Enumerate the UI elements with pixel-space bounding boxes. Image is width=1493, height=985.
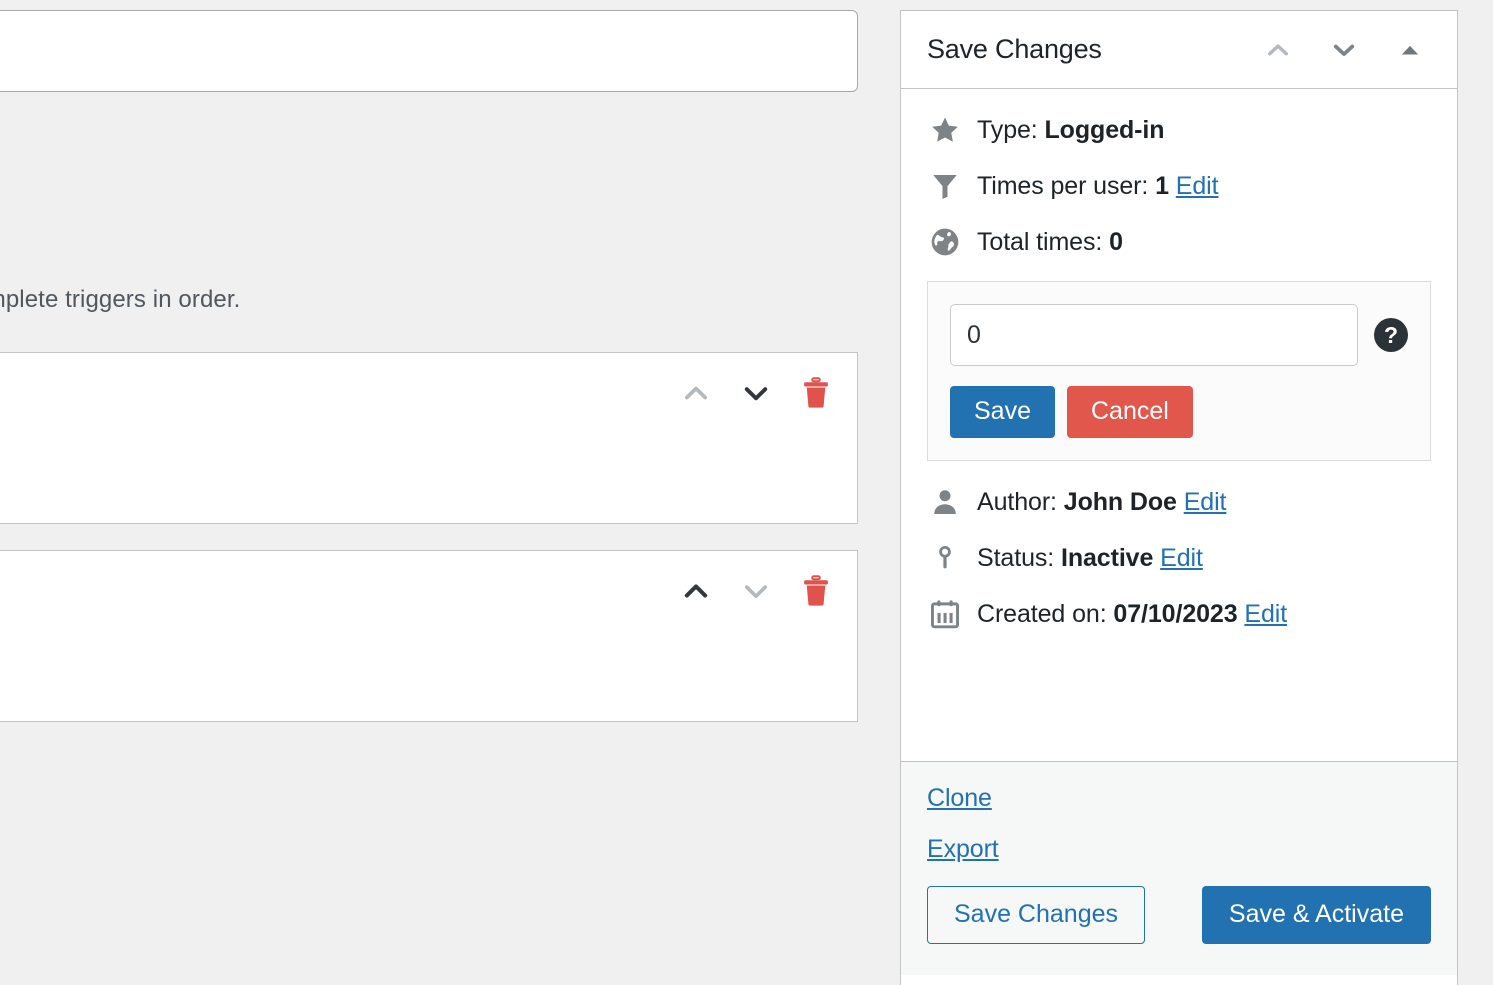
trigger-card-2-actions [679, 573, 833, 609]
inline-edit-buttons: Save Cancel [950, 386, 1408, 438]
save-changes-button[interactable]: Save Changes [927, 886, 1146, 944]
meta-label-type: Type: [977, 116, 1038, 144]
funnel-icon [927, 169, 963, 203]
top-input-box[interactable] [0, 10, 858, 92]
export-link[interactable]: Export [927, 835, 999, 864]
panel-header-actions [1261, 33, 1435, 67]
panel-title: Save Changes [927, 34, 1102, 64]
meta-value-total-times: 0 [1109, 228, 1123, 256]
meta-text-created-on: Created on: 07/10/2023 Edit [977, 599, 1287, 629]
meta-value-type: Logged-in [1044, 116, 1165, 144]
meta-label-total-times: Total times: [977, 228, 1103, 256]
meta-label-author: Author: [977, 487, 1057, 516]
meta-text-author: Author: John Doe Edit [977, 487, 1227, 517]
panel-footer: Clone Export Save Changes Save & Activat… [901, 761, 1457, 975]
chevron-down-icon[interactable] [739, 574, 773, 608]
meta-row-times-per-user: Times per user: 1 Edit [927, 169, 1431, 203]
trigger-card-1-actions [679, 375, 833, 411]
meta-row-status: Status: Inactive Edit [927, 541, 1431, 575]
meta-value-times-per-user: 1 [1155, 172, 1169, 200]
edit-link-created-on[interactable]: Edit [1244, 600, 1287, 628]
save-and-activate-button[interactable]: Save & Activate [1201, 886, 1431, 944]
user-icon [927, 485, 963, 519]
chevron-up-icon[interactable] [679, 574, 713, 608]
left-content-column: o complete triggers in order. [0, 0, 880, 975]
triangle-up-icon[interactable] [1393, 33, 1427, 67]
meta-text-status: Status: Inactive Edit [977, 543, 1203, 573]
chevron-up-icon[interactable] [679, 376, 713, 410]
clone-link[interactable]: Clone [927, 784, 992, 813]
star-icon [927, 113, 963, 147]
meta-value-created-on: 07/10/2023 [1113, 599, 1238, 628]
triggers-order-note: o complete triggers in order. [0, 286, 241, 313]
globe-icon [927, 225, 963, 259]
chevron-down-icon[interactable] [739, 376, 773, 410]
meta-text-type: Type: Logged-in [977, 115, 1165, 145]
calendar-icon [927, 597, 963, 631]
meta-value-status: Inactive [1060, 543, 1154, 572]
chevron-up-icon[interactable] [1261, 33, 1295, 67]
panel-header: Save Changes [901, 11, 1457, 89]
times-per-user-input[interactable] [950, 304, 1358, 366]
edit-link-status[interactable]: Edit [1160, 544, 1203, 572]
meta-row-type: Type: Logged-in [927, 113, 1431, 147]
meta-value-author: John Doe [1063, 487, 1177, 516]
key-icon [927, 541, 963, 575]
meta-text-times-per-user: Times per user: 1 Edit [977, 171, 1219, 201]
question-mark-icon[interactable]: ? [1374, 318, 1408, 352]
trigger-card-1 [0, 352, 858, 524]
panel-body: Type: Logged-in Times per user: 1 Edit T… [901, 89, 1457, 761]
inline-edit-input-row: ? [950, 304, 1408, 366]
meta-label-times-per-user: Times per user: [977, 172, 1149, 200]
save-button[interactable]: Save [950, 386, 1055, 438]
edit-link-times-per-user[interactable]: Edit [1176, 172, 1219, 200]
cancel-button[interactable]: Cancel [1066, 386, 1193, 438]
edit-link-author[interactable]: Edit [1184, 488, 1227, 516]
meta-row-total-times: Total times: 0 [927, 225, 1431, 259]
trash-icon[interactable] [799, 573, 833, 609]
meta-row-created-on: Created on: 07/10/2023 Edit [927, 597, 1431, 631]
meta-label-created-on: Created on: [977, 599, 1107, 628]
save-changes-panel: Save Changes Type: Logged-in Times per u… [900, 10, 1458, 985]
chevron-down-icon[interactable] [1327, 33, 1361, 67]
trigger-card-2: e(s) [0, 550, 858, 722]
meta-row-author: Author: John Doe Edit [927, 485, 1431, 519]
meta-text-total-times: Total times: 0 [977, 227, 1123, 257]
inline-edit-form: ? Save Cancel [927, 281, 1431, 461]
meta-label-status: Status: [977, 543, 1055, 572]
trash-icon[interactable] [799, 375, 833, 411]
footer-buttons: Save Changes Save & Activate [927, 886, 1431, 944]
